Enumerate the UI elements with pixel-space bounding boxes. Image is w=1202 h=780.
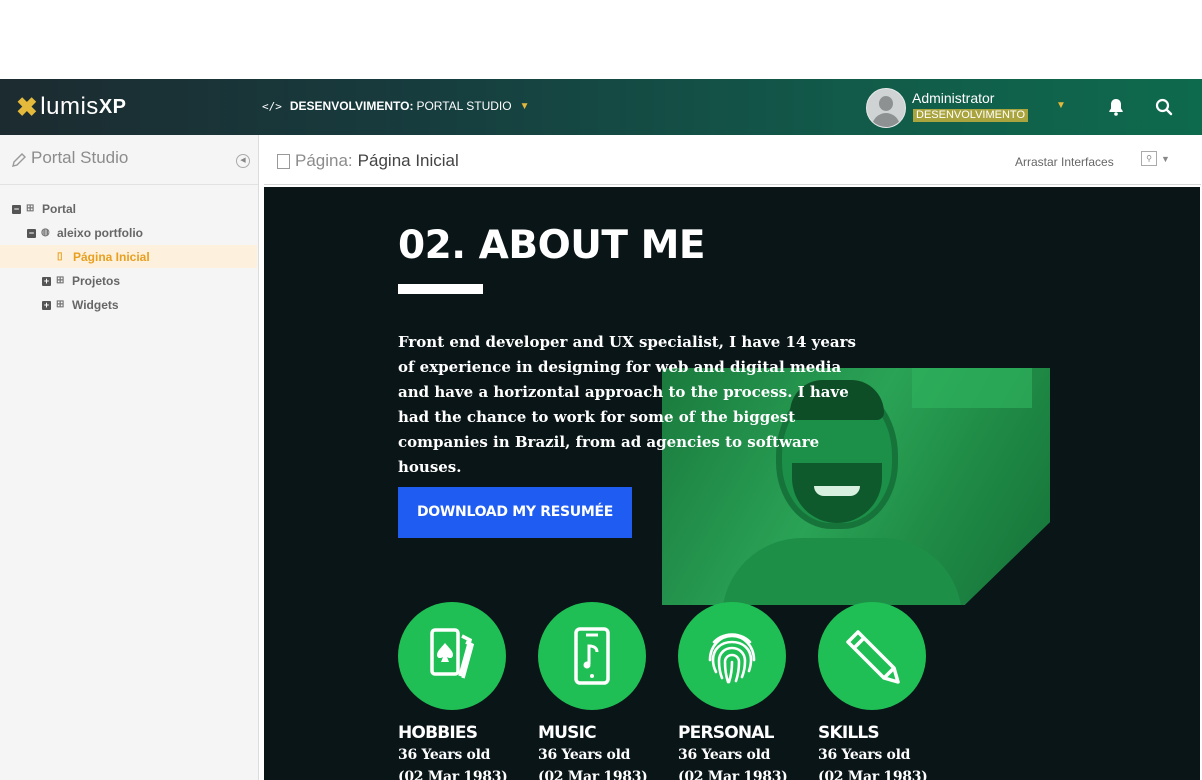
breadcrumb-value: Página Inicial: [357, 151, 459, 170]
logo-text: lumis: [40, 93, 99, 120]
drag-interfaces-button[interactable]: Arrastar Interfaces: [1015, 155, 1114, 169]
logo-xp: XP: [98, 95, 127, 118]
tree-item-aleixo-portfolio[interactable]: − ◍ aleixo portfolio: [27, 222, 143, 244]
zoom-icon: ⚲: [1141, 151, 1157, 166]
user-name: Administrator: [912, 90, 995, 106]
skills-circle: [818, 602, 926, 710]
lumisxp-logo[interactable]: ✖ lumis XP: [16, 91, 127, 122]
breadcrumb-label: Página:: [295, 151, 353, 170]
card-birthdate: (02 Mar 1983): [678, 769, 788, 780]
structure-icon: ⊞: [56, 275, 65, 286]
pencil-icon: [12, 153, 26, 167]
caret-down-icon: ▼: [519, 100, 530, 112]
tree-item-widgets[interactable]: + ⊞ Widgets: [42, 294, 119, 316]
playing-cards-icon: [430, 628, 475, 679]
structure-icon: ⊞: [26, 203, 35, 214]
heading-underline: [398, 284, 483, 294]
code-icon: </>: [262, 99, 282, 113]
tree-item-label: Widgets: [72, 298, 119, 312]
caret-down-icon: ▼: [1161, 153, 1170, 164]
logo-mark-icon: ✖: [16, 91, 39, 122]
fingerprint-icon: [708, 633, 756, 684]
breadcrumb: Página: Página Inicial: [277, 151, 459, 171]
card-title: PERSONAL: [678, 723, 774, 743]
pencil-icon: [846, 630, 900, 684]
panel-header: Portal Studio ◀: [0, 135, 258, 185]
bell-icon[interactable]: [1106, 97, 1126, 117]
page-icon: ▯: [57, 251, 63, 262]
top-bar: ✖ lumis XP </> DESENVOLVIMENTO: PORTAL S…: [0, 79, 1202, 135]
phone-music-icon: [574, 627, 610, 685]
tree-item-pagina-inicial[interactable]: ▯ Página Inicial: [57, 246, 150, 268]
card-title: HOBBIES: [398, 723, 478, 743]
structure-icon: ⊞: [56, 299, 65, 310]
tree-item-label: Portal: [42, 202, 77, 216]
about-heading: 02. ABOUT ME: [398, 223, 706, 268]
environment-selector[interactable]: </> DESENVOLVIMENTO: PORTAL STUDIO ▼: [262, 99, 530, 113]
zoom-dropdown[interactable]: ⚲ ▼: [1141, 151, 1170, 166]
globe-icon: ◍: [41, 227, 50, 238]
panel-title: Portal Studio: [31, 148, 129, 167]
environment-label: DESENVOLVIMENTO:: [289, 99, 414, 113]
page-icon: [277, 153, 290, 169]
environment-badge: DESENVOLVIMENTO: [913, 109, 1029, 122]
avatar: [866, 88, 906, 128]
hobbies-circle: [398, 602, 506, 710]
caret-down-icon: ▼: [1056, 100, 1066, 111]
card-title: SKILLS: [818, 723, 880, 743]
collapse-icon[interactable]: −: [12, 204, 21, 214]
tree-item-label: Página Inicial: [73, 250, 150, 264]
collapse-icon[interactable]: −: [27, 228, 36, 238]
music-circle: [538, 602, 646, 710]
collapse-panel-icon[interactable]: ◀: [236, 154, 250, 168]
tree-item-projetos[interactable]: + ⊞ Projetos: [42, 270, 120, 292]
page-header-bar: Página: Página Inicial Arrastar Interfac…: [264, 135, 1201, 185]
tree-item-portal[interactable]: − ⊞ Portal: [12, 198, 76, 220]
page-preview: 02. ABOUT ME Front end developer and UX …: [264, 187, 1200, 780]
search-icon[interactable]: [1154, 97, 1174, 117]
tree-item-label: Projetos: [72, 274, 121, 288]
card-birthdate: (02 Mar 1983): [398, 769, 508, 780]
tree-item-label: aleixo portfolio: [57, 226, 144, 240]
card-age: 36 Years old: [538, 747, 631, 763]
personal-circle: [678, 602, 786, 710]
download-resume-button[interactable]: DOWNLOAD MY RESUMÉE: [398, 487, 632, 538]
expand-icon[interactable]: +: [42, 300, 51, 310]
expand-icon[interactable]: +: [42, 276, 51, 286]
about-paragraph: Front end developer and UX specialist, I…: [398, 333, 856, 476]
card-age: 36 Years old: [678, 747, 771, 763]
environment-value: PORTAL STUDIO: [416, 99, 512, 113]
card-age: 36 Years old: [398, 747, 491, 763]
card-birthdate: (02 Mar 1983): [818, 769, 928, 780]
card-age: 36 Years old: [818, 747, 911, 763]
card-birthdate: (02 Mar 1983): [538, 769, 648, 780]
card-title: MUSIC: [538, 723, 597, 743]
